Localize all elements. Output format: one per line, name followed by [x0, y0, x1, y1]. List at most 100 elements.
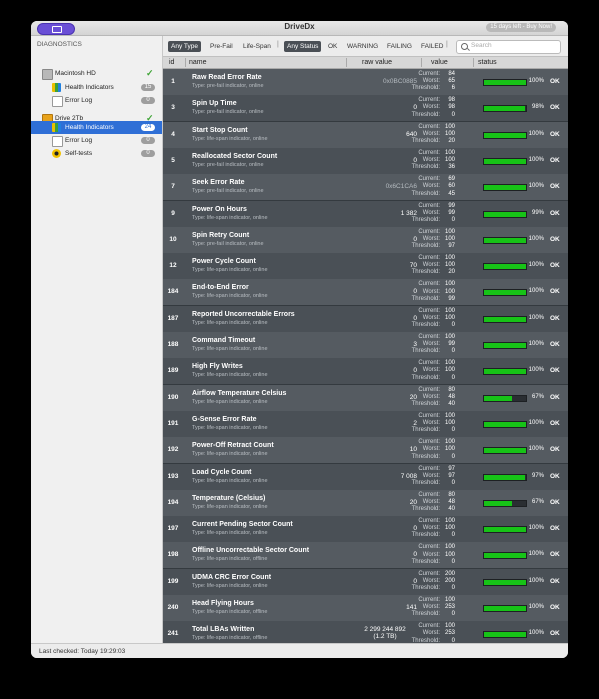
column-header-name[interactable]: name	[189, 57, 207, 68]
sidebar-item[interactable]: Health Indicators 24	[31, 121, 162, 134]
value-line-threshold: Threshold: 40	[412, 401, 455, 408]
table-row[interactable]: 4 Start Stop Count Type: life-span indicat…	[163, 121, 568, 149]
attribute-type: Type: life-span indicator, online	[192, 503, 268, 510]
column-divider[interactable]	[346, 58, 347, 67]
sidebar-item[interactable]: Error Log 0	[31, 134, 162, 147]
table-row[interactable]: 10 Spin Retry Count Type: pre-fail indicat…	[163, 226, 568, 254]
attribute-type: Type: life-span indicator, offline	[192, 635, 268, 642]
raw-value: 141	[406, 604, 417, 611]
column-header-status[interactable]: status	[478, 57, 497, 68]
health-bar	[483, 552, 527, 560]
filter-any-status[interactable]: Any Status	[284, 41, 322, 52]
sidebar-item[interactable]: Macintosh HD ✓	[31, 67, 162, 80]
attribute-id: 193	[167, 472, 179, 480]
health-indicators-table[interactable]: 1 Raw Read Error Rate Type: pre-fail indic…	[163, 69, 568, 643]
table-row[interactable]: 5 Reallocated Sector Count Type: pre-fail …	[163, 147, 568, 175]
value-line-current: Current: 100	[415, 360, 455, 367]
health-bar	[483, 631, 527, 639]
table-row[interactable]: 199 UDMA CRC Error Count Type: life-span i…	[163, 568, 568, 596]
filter-warning[interactable]: WARNING	[344, 41, 381, 52]
status-text: OK	[550, 130, 560, 138]
filter-pre-fail[interactable]: Pre-Fail	[207, 41, 236, 52]
buy-now-button[interactable]: 15 days left - Buy Now!	[486, 23, 556, 32]
table-row[interactable]: 7 Seek Error Rate Type: pre-fail indicator…	[163, 174, 568, 202]
health-bar-fill	[484, 132, 526, 138]
column-divider[interactable]	[421, 58, 422, 67]
value-line-worst: Worst: 100	[415, 236, 455, 243]
table-row[interactable]: 241 Total LBAs Written Type: life-span ind…	[163, 621, 568, 643]
column-divider[interactable]	[185, 58, 186, 67]
table-row[interactable]: 197 Current Pending Sector Count Type: lif…	[163, 516, 568, 544]
worst-value: 65	[448, 78, 455, 85]
value-line-current: Current: 100	[415, 597, 455, 604]
threshold-label: Threshold:	[411, 427, 440, 434]
value-block: Current: 100 Worst: 100 Threshold: 36	[412, 150, 455, 172]
health-bar-fill	[484, 527, 526, 533]
current-value: 80	[448, 491, 455, 498]
threshold-label: Threshold:	[411, 295, 440, 302]
threshold-value: 0	[451, 111, 455, 118]
current-label: Current:	[418, 71, 440, 77]
health-bar	[483, 473, 527, 481]
raw-value: 0	[413, 551, 417, 559]
table-row[interactable]: 240 Head Flying Hours Type: life-span indi…	[163, 595, 568, 622]
filter-failing[interactable]: FAILING	[384, 41, 415, 52]
status-text: OK	[550, 314, 560, 322]
table-row[interactable]: 191 G-Sense Error Rate Type: life-span ind…	[163, 410, 568, 438]
table-row[interactable]: 192 Power-Off Retract Count Type: life-spa…	[163, 437, 568, 465]
health-percent: 100%	[528, 235, 544, 242]
worst-label: Worst:	[422, 446, 440, 453]
attribute-type: Type: life-span indicator, online	[192, 293, 268, 300]
worst-label: Worst:	[422, 420, 440, 427]
raw-value: 2 299 244 892 (1.2 TB)	[357, 626, 413, 640]
value-line-threshold: Threshold: 6	[412, 85, 455, 92]
search-input[interactable]: Search	[456, 40, 561, 54]
value-block: Current: 100 Worst: 100 Threshold: 0	[412, 439, 455, 461]
filter-life-span[interactable]: Life-Span	[240, 41, 274, 52]
current-label: Current:	[418, 281, 440, 288]
table-row[interactable]: 190 Airflow Temperature Celsius Type: life…	[163, 384, 568, 412]
sidebar-item[interactable]: Health Indicators 15	[31, 81, 162, 94]
health-bar-fill	[484, 500, 513, 506]
worst-label: Worst:	[422, 183, 440, 190]
sidebar-item[interactable]: Self-tests 0	[31, 147, 162, 160]
filter-failed[interactable]: FAILED	[418, 41, 446, 52]
health-percent: 99%	[531, 209, 544, 216]
column-header-raw-value[interactable]: raw value	[362, 57, 392, 68]
filter-ok[interactable]: OK	[325, 41, 340, 52]
attribute-type: Type: life-span indicator, online	[192, 214, 268, 221]
value-block: Current: 100 Worst: 100 Threshold: 97	[412, 229, 455, 251]
table-row[interactable]: 189 High Fly Writes Type: life-span indica…	[163, 358, 568, 386]
value-block: Current: 100 Worst: 253 Threshold: 0	[412, 597, 455, 619]
status-text: OK	[550, 209, 560, 217]
filter-any-type[interactable]: Any Type	[168, 41, 201, 52]
threshold-value: 99	[448, 295, 455, 302]
table-row[interactable]: 198 Offline Uncorrectable Sector Count Typ…	[163, 542, 568, 570]
hdd-icon	[42, 69, 53, 80]
value-line-current: Current: 98	[415, 97, 455, 104]
table-row[interactable]: 12 Power Cycle Count Type: life-span indic…	[163, 253, 568, 281]
column-header-id[interactable]: id	[169, 57, 174, 68]
value-line-current: Current: 200	[415, 571, 455, 578]
health-bar	[483, 420, 527, 428]
table-row[interactable]: 193 Load Cycle Count Type: life-span indic…	[163, 463, 568, 491]
table-row[interactable]: 3 Spin Up Time Type: pre-fail indicator, o…	[163, 95, 568, 123]
table-row[interactable]: 1 Raw Read Error Rate Type: pre-fail indic…	[163, 69, 568, 96]
raw-value: 20	[409, 498, 417, 506]
table-row[interactable]: 184 End-to-End Error Type: life-span indic…	[163, 279, 568, 307]
table-row[interactable]: 187 Reported Uncorrectable Errors Type: li…	[163, 305, 568, 333]
raw-value: 3	[413, 341, 417, 348]
column-header-value[interactable]: value	[431, 57, 448, 68]
status-text: OK	[550, 551, 560, 559]
table-row[interactable]: 9 Power On Hours Type: life-span indicator…	[163, 200, 568, 228]
worst-value: 98	[448, 104, 455, 111]
worst-label: Worst:	[422, 577, 440, 584]
table-row[interactable]: 188 Command Timeout Type: life-span indica…	[163, 332, 568, 359]
sidebar-item[interactable]: Error Log 0	[31, 94, 162, 107]
health-bar	[483, 184, 527, 192]
worst-label: Worst:	[422, 367, 440, 374]
table-row[interactable]: 194 Temperature (Celsius) Type: life-span …	[163, 489, 568, 517]
value-line-worst: Worst: 100	[415, 367, 455, 374]
column-divider[interactable]	[473, 58, 474, 67]
value-block: Current: 100 Worst: 253 Threshold: 0	[412, 623, 455, 643]
